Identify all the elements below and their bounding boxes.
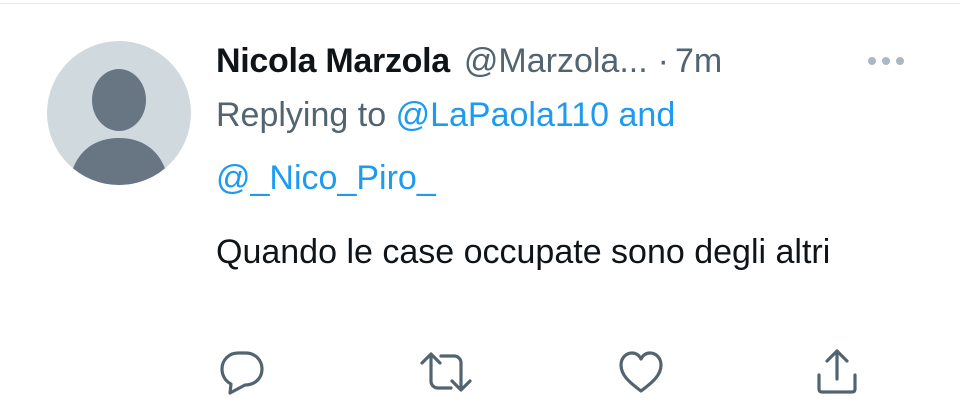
reply-mention-2[interactable]: @_Nico_Piro_ [216, 159, 436, 197]
share-icon [817, 349, 857, 394]
reply-icon [220, 351, 264, 395]
reply-and-label: and [618, 96, 676, 134]
more-options-icon [868, 57, 904, 65]
replying-to-line: Replying to @LaPaola110 and [216, 96, 675, 135]
author-handle[interactable]: @Marzola... [464, 42, 648, 81]
reply-mention-1[interactable]: @LaPaola110 [396, 96, 610, 134]
more-options-button[interactable] [860, 44, 920, 74]
tweet-text: Quando le case occupate sono degli altri [216, 233, 831, 271]
replying-to-line-2: @_Nico_Piro_ [216, 159, 436, 198]
reply-button[interactable] [218, 348, 266, 396]
author-avatar[interactable] [47, 41, 191, 185]
tweet-timestamp[interactable]: 7m [675, 42, 722, 81]
author-name[interactable]: Nicola Marzola [216, 42, 450, 81]
tweet-header: Nicola Marzola @Marzola... · 7m [216, 36, 936, 86]
retweet-button[interactable] [418, 348, 474, 396]
heart-icon [619, 351, 663, 393]
header-separator: · [657, 41, 669, 80]
default-avatar-icon [69, 69, 169, 185]
share-button[interactable] [813, 348, 861, 396]
like-button[interactable] [617, 348, 665, 396]
tweet-actions [216, 348, 866, 396]
retweet-icon [420, 352, 472, 392]
top-divider [0, 3, 960, 4]
replying-to-label: Replying to [216, 96, 387, 134]
